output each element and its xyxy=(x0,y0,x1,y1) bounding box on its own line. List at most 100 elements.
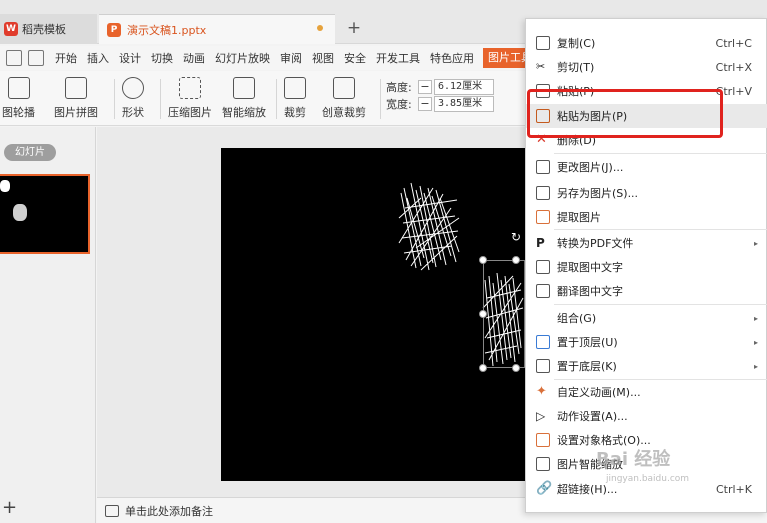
watermark-text: Bai 经验 xyxy=(596,449,671,470)
height-control: 高度: − 6.12厘米 xyxy=(386,79,494,95)
menu-action-settings[interactable]: ▷ 动作设置(A)... xyxy=(526,404,767,428)
menu-translate-text-label: 翻译图中文字 xyxy=(557,285,623,298)
width-label: 宽度: xyxy=(386,98,412,111)
crop-label: 裁剪 xyxy=(284,106,306,119)
resize-handle[interactable] xyxy=(512,256,520,264)
unsaved-dot-icon xyxy=(317,25,323,31)
menu-animation[interactable]: 动画 xyxy=(178,50,210,66)
menu-transition[interactable]: 切换 xyxy=(146,50,178,66)
new-tab-button[interactable]: + xyxy=(344,18,364,38)
wps-logo-icon: W xyxy=(4,22,18,36)
bring-front-icon xyxy=(536,335,550,349)
compress-image-button[interactable]: 压缩图片 xyxy=(168,77,212,120)
menu-cut-shortcut: Ctrl+X xyxy=(715,60,752,74)
save-image-icon xyxy=(536,186,550,200)
image-carousel-label: 图轮播 xyxy=(2,106,35,119)
menu-insert[interactable]: 插入 xyxy=(82,50,114,66)
height-label: 高度: xyxy=(386,81,412,94)
file-menu-icon[interactable] xyxy=(6,50,22,66)
quick-access-icon[interactable] xyxy=(28,50,44,66)
menu-home[interactable]: 开始 xyxy=(50,50,82,66)
selection-frame[interactable] xyxy=(483,260,525,368)
translate-icon xyxy=(536,284,550,298)
menu-bring-front[interactable]: 置于顶层(U) ▸ xyxy=(526,330,767,354)
menu-extract-text[interactable]: 提取图中文字 xyxy=(526,255,767,279)
tab-document-label: 演示文稿1.pptx xyxy=(127,23,207,37)
menu-developer[interactable]: 开发工具 xyxy=(371,50,425,66)
menu-separator xyxy=(554,304,767,305)
smart-scale-button[interactable]: 智能缩放 xyxy=(222,77,266,120)
tab-document[interactable]: P 演示文稿1.pptx xyxy=(99,14,335,44)
watermark-url: jingyan.baidu.com xyxy=(606,474,690,484)
pdf-icon: P xyxy=(536,236,545,250)
change-image-icon xyxy=(536,160,550,174)
ribbon-divider xyxy=(380,79,381,119)
smart-scale-label: 智能缩放 xyxy=(222,106,266,119)
width-input[interactable]: 3.85厘米 xyxy=(434,96,494,112)
compress-image-icon xyxy=(179,77,201,99)
menu-translate-text[interactable]: 翻译图中文字 xyxy=(526,279,767,303)
crop-button[interactable]: 裁剪 xyxy=(284,77,306,120)
menu-extract-image[interactable]: 提取图片 xyxy=(526,205,767,229)
menu-bring-front-label: 置于顶层(U) xyxy=(557,336,618,349)
shape-icon xyxy=(122,77,144,99)
extract-image-icon xyxy=(536,210,550,224)
creative-crop-label: 创意裁剪 xyxy=(322,106,366,119)
menu-features[interactable]: 特色应用 xyxy=(425,50,479,66)
rotate-handle-icon[interactable]: ↻ xyxy=(511,231,523,243)
menu-group-label: 组合(G) xyxy=(557,312,597,325)
image-carousel-icon xyxy=(7,77,30,99)
width-decrease-button[interactable]: − xyxy=(418,97,432,111)
menu-send-back[interactable]: 置于底层(K) ▸ xyxy=(526,354,767,378)
menu-cut-label: 剪切(T) xyxy=(557,61,595,74)
add-slide-button[interactable]: + xyxy=(2,497,17,518)
resize-handle[interactable] xyxy=(479,364,487,372)
menu-convert-pdf-label: 转换为PDF文件 xyxy=(557,237,634,250)
image-carousel-button[interactable]: 图轮播 xyxy=(2,77,35,120)
scribble-top[interactable] xyxy=(398,182,460,271)
menu-copy-shortcut: Ctrl+C xyxy=(715,36,752,50)
ocr-icon xyxy=(536,260,550,274)
copy-icon xyxy=(536,36,550,50)
resize-handle[interactable] xyxy=(512,364,520,372)
menu-save-as-image[interactable]: 另存为图片(S)... xyxy=(526,181,767,205)
creative-crop-button[interactable]: 创意裁剪 xyxy=(322,77,366,120)
slide-canvas[interactable]: ↻ xyxy=(221,148,541,481)
menu-security[interactable]: 安全 xyxy=(339,50,371,66)
height-decrease-button[interactable]: − xyxy=(418,80,432,94)
menu-change-image[interactable]: 更改图片(J)... xyxy=(526,155,767,179)
image-collage-icon xyxy=(65,77,87,99)
menu-cut[interactable]: ✂ 剪切(T) Ctrl+X xyxy=(526,55,767,79)
resize-handle[interactable] xyxy=(479,310,487,318)
menu-extract-image-label: 提取图片 xyxy=(557,211,601,224)
shape-button[interactable]: 形状 xyxy=(122,77,144,120)
image-collage-label: 图片拼图 xyxy=(54,106,98,119)
menu-design[interactable]: 设计 xyxy=(114,50,146,66)
menu-extract-text-label: 提取图中文字 xyxy=(557,261,623,274)
slide-thumbnail[interactable] xyxy=(0,174,90,254)
width-control: 宽度: − 3.85厘米 xyxy=(386,96,494,112)
resize-handle[interactable] xyxy=(479,256,487,264)
smart-scale-icon xyxy=(536,457,550,471)
slides-tab[interactable]: 幻灯片 xyxy=(4,144,56,161)
presentation-logo-icon: P xyxy=(107,22,121,37)
menu-copy[interactable]: 复制(C) Ctrl+C xyxy=(526,31,767,55)
slide-panel: 幻灯片 + xyxy=(0,127,96,523)
menu-slideshow[interactable]: 幻灯片放映 xyxy=(210,50,275,66)
smart-scale-icon xyxy=(233,77,255,99)
menu-view[interactable]: 视图 xyxy=(307,50,339,66)
image-collage-button[interactable]: 图片拼图 xyxy=(54,77,98,120)
menu-save-as-image-label: 另存为图片(S)... xyxy=(557,187,639,200)
menu-custom-animation[interactable]: ✦ 自定义动画(M)... xyxy=(526,380,767,404)
crop-icon xyxy=(284,77,306,99)
menu-group[interactable]: 组合(G) ▸ xyxy=(526,306,767,330)
format-icon xyxy=(536,433,550,447)
height-input[interactable]: 6.12厘米 xyxy=(434,79,494,95)
submenu-arrow-icon: ▸ xyxy=(753,361,758,371)
menu-hyperlink-shortcut: Ctrl+K xyxy=(715,482,752,496)
ribbon-divider xyxy=(160,79,161,119)
tab-home[interactable]: W 稻壳模板 xyxy=(0,14,97,44)
menu-convert-pdf[interactable]: P 转换为PDF文件 ▸ xyxy=(526,231,767,255)
tab-home-label: 稻壳模板 xyxy=(22,23,66,36)
menu-review[interactable]: 审阅 xyxy=(275,50,307,66)
